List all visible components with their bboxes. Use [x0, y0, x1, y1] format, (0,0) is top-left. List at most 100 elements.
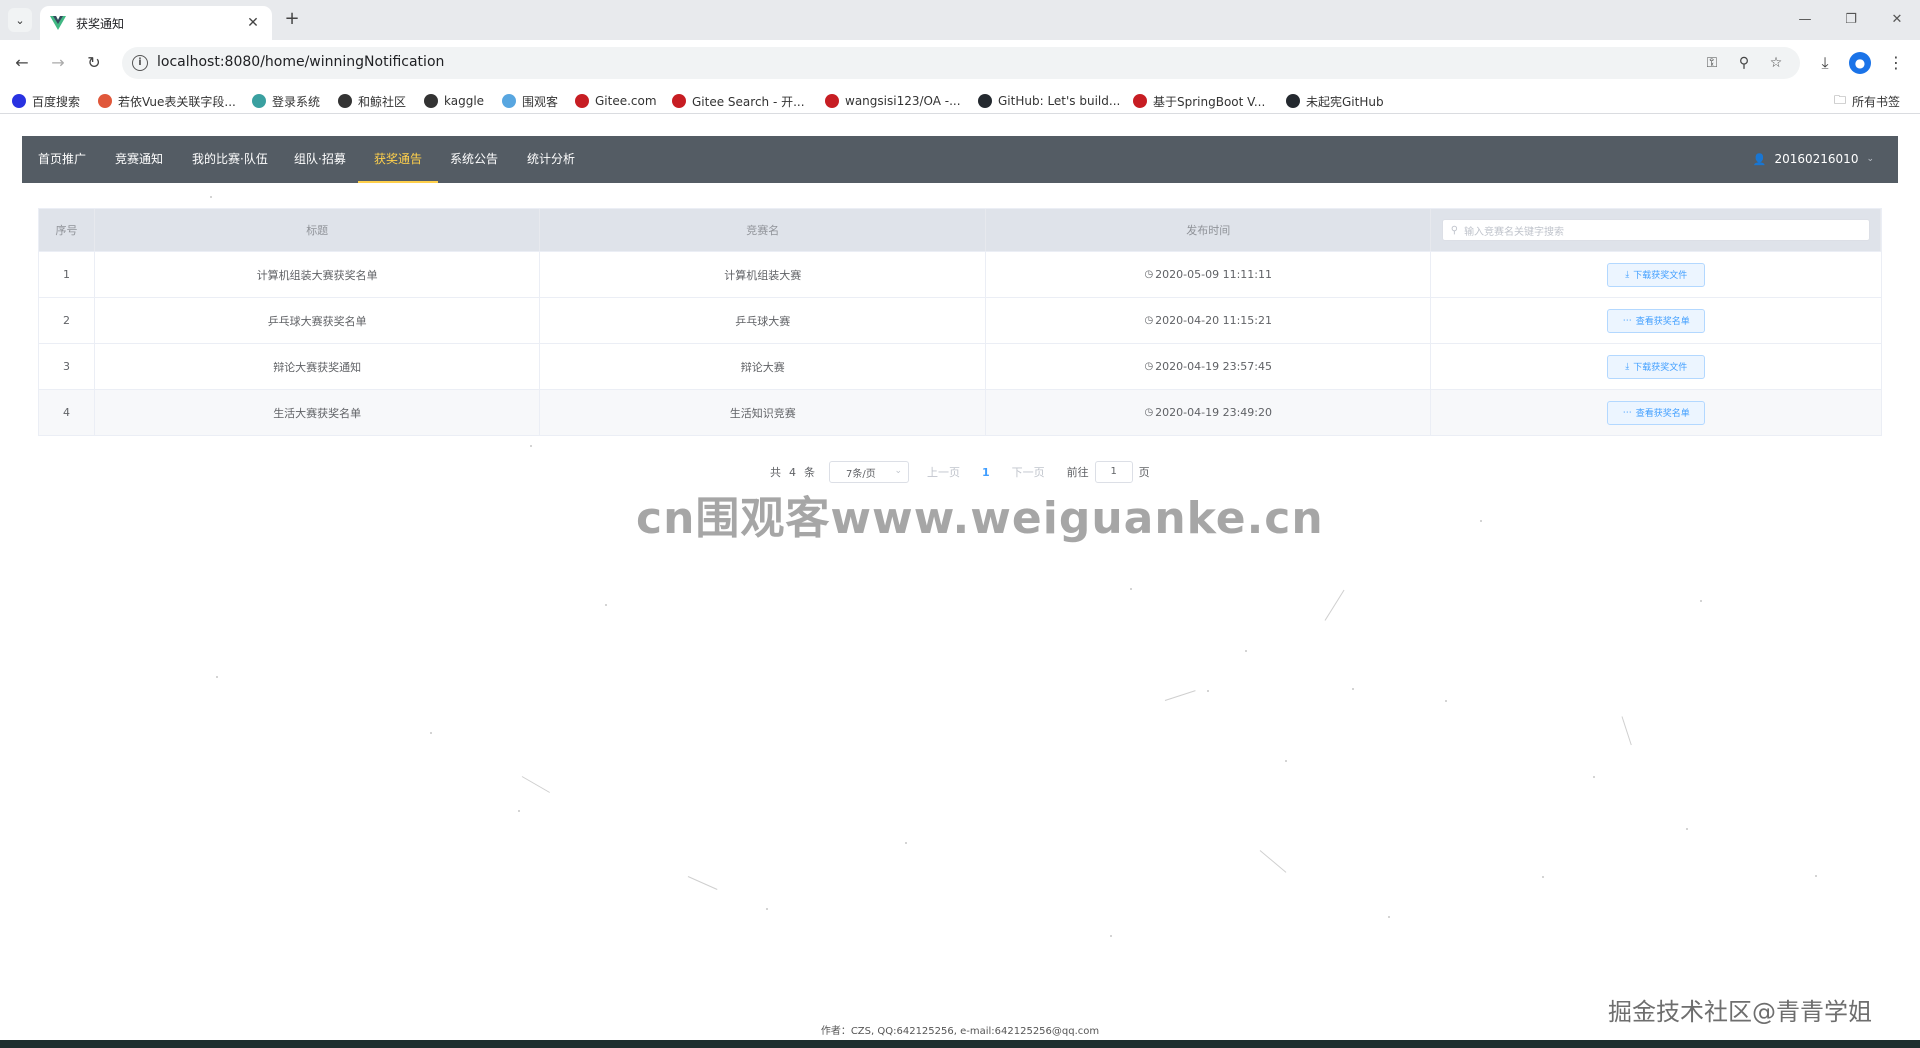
nav-item-home[interactable]: 首页推广: [38, 136, 86, 183]
bookmark-item[interactable]: GitHub: Let's build...: [978, 92, 1120, 110]
cell-action: ⋯ 查看获奖名单: [1431, 298, 1881, 343]
particle-dot: [1388, 916, 1390, 918]
particle-dot: [518, 810, 520, 812]
cell-title: 生活大赛获奖名单: [95, 390, 541, 435]
bookmark-favicon-icon: [502, 94, 516, 108]
bookmark-favicon-icon: [424, 94, 438, 108]
pagination: 共 4 条 7条/页 ⌄ 上一页 1 下一页 前往 1 页: [770, 460, 1150, 484]
profile-avatar-icon[interactable]: ●: [1849, 52, 1871, 74]
address-url[interactable]: localhost:8080/home/winningNotification: [157, 54, 444, 70]
cell-competition: 计算机组装大赛: [540, 252, 986, 297]
particle-dot: [1686, 828, 1688, 830]
page-number-current[interactable]: 1: [982, 466, 990, 479]
particle-line: [1259, 850, 1287, 873]
nav-item-team-recruit[interactable]: 组队·招募: [294, 136, 346, 183]
chevron-down-icon: ⌄: [894, 466, 902, 476]
menu-kebab-icon[interactable]: ⋮: [1884, 51, 1908, 75]
site-info-icon[interactable]: i: [132, 55, 148, 71]
bookmark-label: 基于SpringBoot V...: [1153, 94, 1266, 109]
total-count: 4: [789, 465, 796, 479]
browser-tab[interactable]: 获奖通知 ✕: [40, 6, 272, 40]
bookmark-favicon-icon: [1133, 94, 1147, 108]
bookmark-item[interactable]: Gitee.com: [575, 92, 657, 110]
bookmark-item[interactable]: 登录系统: [252, 92, 320, 110]
page-size-select[interactable]: 7条/页 ⌄: [829, 461, 909, 483]
goto-page-input[interactable]: 1: [1094, 461, 1133, 483]
nav-item-award-notice[interactable]: 获奖通告: [358, 136, 439, 183]
password-key-icon[interactable]: ⚿: [1702, 53, 1722, 73]
cell-competition: 辩论大赛: [540, 344, 986, 389]
header-time: 发布时间: [986, 209, 1432, 251]
cell-no: 4: [39, 390, 95, 435]
tab-close-icon[interactable]: ✕: [244, 15, 262, 31]
table-header: 序号 标题 竞赛名 发布时间 ⚲ 输入竞赛名关键字搜索: [39, 209, 1881, 251]
tab-search-dropdown-icon[interactable]: ⌄: [8, 8, 32, 32]
app-navbar: 首页推广 竞赛通知 我的比赛·队伍 组队·招募 获奖通告 系统公告 统计分析 👤…: [22, 136, 1898, 183]
cell-title: 辩论大赛获奖通知: [95, 344, 541, 389]
bookmark-label: 未起宪GitHub: [1306, 94, 1384, 109]
download-file-button[interactable]: ⤓ 下载获奖文件: [1607, 354, 1706, 379]
new-tab-icon[interactable]: +: [282, 10, 302, 30]
header-title: 标题: [95, 209, 541, 251]
particle-line: [521, 776, 550, 793]
user-menu[interactable]: 👤 20160216010 ⌄: [1753, 136, 1874, 183]
particle-dot: [1815, 875, 1817, 877]
bookmark-label: 登录系统: [272, 94, 321, 109]
nav-item-statistics[interactable]: 统计分析: [527, 136, 575, 183]
bookmark-item[interactable]: 和鲸社区: [338, 92, 406, 110]
bookmark-item[interactable]: 围观客: [502, 92, 558, 110]
table-row: 3 辩论大赛获奖通知 辩论大赛 ◷ 2020-04-19 23:57:45 ⤓ 下载获奖文件: [39, 343, 1881, 389]
chevron-down-icon: ⌄: [1866, 154, 1874, 164]
bookmark-favicon-icon: [825, 94, 839, 108]
total-prefix: 共: [770, 466, 781, 479]
prev-page-button[interactable]: 上一页: [927, 464, 960, 480]
cell-no: 2: [39, 298, 95, 343]
minimize-icon[interactable]: —: [1790, 8, 1820, 32]
bookmark-item[interactable]: 若依Vue表关联字段...: [98, 92, 236, 110]
bookmark-item[interactable]: wangsisi123/OA -...: [825, 92, 961, 110]
bookmark-item[interactable]: Gitee Search - 开...: [672, 92, 805, 110]
particle-dot: [1593, 776, 1595, 778]
nav-item-system-notice[interactable]: 系统公告: [450, 136, 498, 183]
download-file-button[interactable]: ⤓ 下载获奖文件: [1607, 262, 1706, 287]
folder-icon: 🗀: [1834, 92, 1847, 107]
nav-item-competition-notice[interactable]: 竞赛通知: [115, 136, 163, 183]
view-winners-button[interactable]: ⋯ 查看获奖名单: [1607, 308, 1706, 333]
site-watermark: cn围观客www.weiguanke.cn: [636, 493, 1324, 544]
next-page-button[interactable]: 下一页: [1012, 464, 1045, 480]
downloads-icon[interactable]: ⤓: [1813, 51, 1837, 75]
restore-icon[interactable]: ❐: [1836, 8, 1866, 32]
forward-icon[interactable]: →: [46, 51, 70, 75]
cell-time: ◷ 2020-04-20 11:15:21: [986, 298, 1432, 343]
bookmark-item[interactable]: 未起宪GitHub: [1286, 92, 1384, 110]
tab-title: 获奖通知: [76, 16, 125, 31]
table-row: 2 乒乓球大赛获奖名单 乒乓球大赛 ◷ 2020-04-20 11:15:21 ⋯ 查看获奖…: [39, 297, 1881, 343]
clock-icon: ◷: [1144, 269, 1154, 280]
all-bookmarks[interactable]: 🗀 所有书签: [1834, 92, 1900, 110]
cell-action: ⤓ 下载获奖文件: [1431, 344, 1881, 389]
vue-favicon-icon: [50, 16, 66, 30]
goto-prefix: 前往: [1066, 466, 1089, 479]
all-bookmarks-label: 所有书签: [1852, 94, 1901, 109]
view-winners-button[interactable]: ⋯ 查看获奖名单: [1607, 400, 1706, 425]
download-icon: ⤓: [1625, 269, 1630, 280]
action-label: 下载获奖文件: [1633, 363, 1688, 373]
particle-line: [1621, 716, 1632, 746]
cell-competition: 乒乓球大赛: [540, 298, 986, 343]
action-label: 查看获奖名单: [1635, 317, 1690, 327]
bookmark-star-icon[interactable]: ☆: [1766, 53, 1786, 73]
table-row: 1 计算机组装大赛获奖名单 计算机组装大赛 ◷ 2020-05-09 11:11:11 ⤓…: [39, 251, 1881, 297]
search-input[interactable]: ⚲ 输入竞赛名关键字搜索: [1441, 219, 1870, 241]
bookmark-item[interactable]: 基于SpringBoot V...: [1133, 92, 1265, 110]
zoom-icon[interactable]: ⚲: [1734, 53, 1754, 73]
back-icon[interactable]: ←: [10, 51, 34, 75]
bookmark-label: Gitee Search - 开...: [692, 94, 805, 109]
close-window-icon[interactable]: ✕: [1882, 8, 1912, 32]
bookmark-item[interactable]: 百度搜索: [12, 92, 80, 110]
nav-item-my-competitions[interactable]: 我的比赛·队伍: [192, 136, 268, 183]
bookmark-favicon-icon: [98, 94, 112, 108]
reload-icon[interactable]: ↻: [82, 51, 106, 75]
time-value: 2020-04-20 11:15:21: [1155, 314, 1272, 327]
particle-dot: [1130, 588, 1132, 590]
bookmark-item[interactable]: kaggle: [424, 92, 484, 110]
